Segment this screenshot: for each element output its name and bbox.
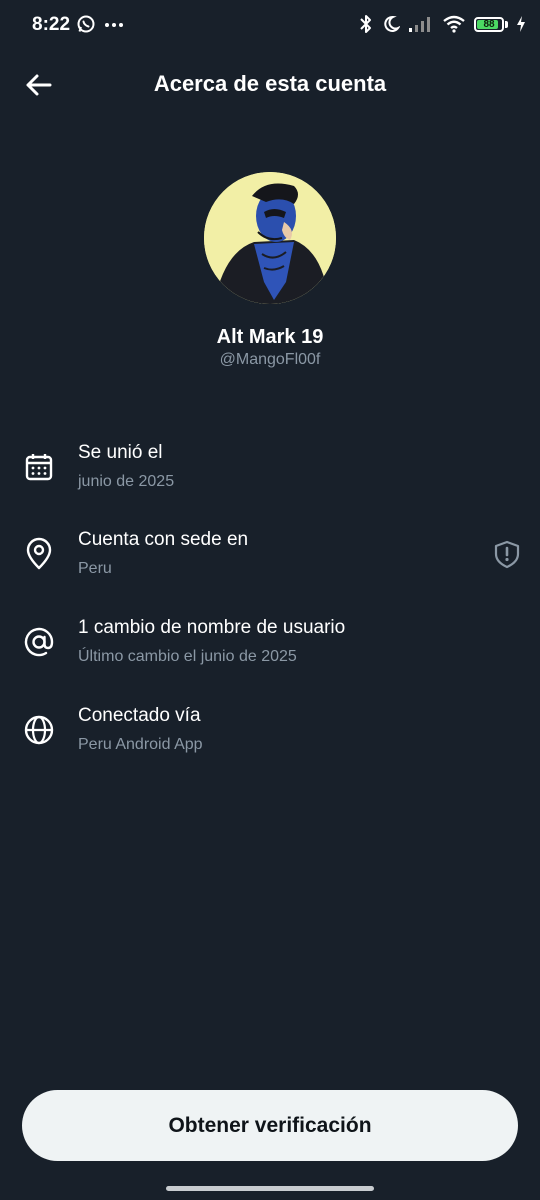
location-value: Peru [78,560,112,577]
wifi-icon [443,15,465,33]
battery-icon: 88 [474,16,508,32]
battery-percentage: 88 [483,18,495,30]
info-row-location: Cuenta con sede en Peru [0,529,540,589]
joined-date: junio de 2025 [78,473,175,490]
about-account-screen: 8:22 88 Acerca de esta cuenta Alt Mark 1… [0,0,540,1200]
top-app-bar: Acerca de esta cuenta [0,60,540,110]
globe-icon [24,715,54,745]
avatar-image [204,172,336,304]
info-row-joined: Se unió el junio de 2025 [0,442,540,502]
connected-via-label: Conectado vía [78,705,201,726]
info-row-connected-via: Conectado vía Peru Android App [0,705,540,765]
display-name: Alt Mark 19 [216,326,324,348]
more-dots-icon [105,23,123,27]
moon-icon [384,15,400,32]
calendar-icon [25,454,53,481]
get-verified-button[interactable]: Obtener verificación [22,1090,518,1161]
user-handle: @MangoFl00f [219,351,321,368]
signal-icon [409,17,430,32]
username-last-change: Último cambio el junio de 2025 [78,648,297,665]
at-sign-icon [24,627,54,657]
status-left-icons [76,14,124,34]
location-pin-icon [26,537,52,570]
shield-alert-icon[interactable] [492,539,522,569]
home-indicator[interactable] [166,1186,374,1191]
charging-bolt-icon [517,16,525,32]
username-changes-label: 1 cambio de nombre de usuario [78,617,346,638]
joined-label: Se unió el [78,442,163,463]
status-right-icons: 88 [358,14,526,34]
status-time: 8:22 [32,14,71,35]
location-label: Cuenta con sede en [78,529,249,550]
page-title: Acerca de esta cuenta [153,71,387,96]
avatar[interactable] [204,172,336,304]
bluetooth-icon [360,15,371,33]
info-row-username-changes: 1 cambio de nombre de usuario Último cam… [0,617,540,677]
whatsapp-icon [77,15,95,33]
status-bar: 8:22 88 [0,0,540,52]
connected-via-value: Peru Android App [78,736,203,753]
